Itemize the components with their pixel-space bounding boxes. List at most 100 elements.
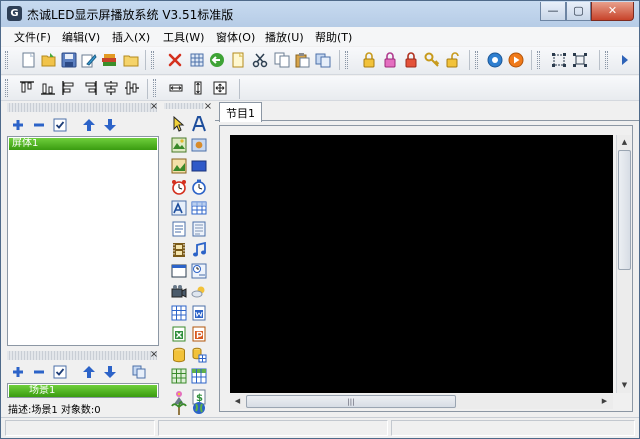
music-note-icon[interactable] <box>191 241 207 258</box>
new-file-icon[interactable] <box>21 52 37 68</box>
toolbar-grip[interactable] <box>5 79 8 97</box>
screens-list[interactable]: 屏体1 <box>7 136 159 346</box>
toolbar-grip[interactable] <box>475 51 478 69</box>
open-folder-icon[interactable] <box>41 52 57 68</box>
move-up-icon[interactable] <box>81 364 97 380</box>
text-a-icon[interactable] <box>191 116 207 132</box>
same-height-icon[interactable] <box>190 80 206 96</box>
scenes-panel-header[interactable] <box>7 351 157 360</box>
add-icon[interactable] <box>10 364 26 380</box>
same-width-icon[interactable] <box>168 80 184 96</box>
delete-icon[interactable] <box>167 52 183 68</box>
scroll-left-arrow-icon[interactable]: ◀ <box>231 395 244 408</box>
database-icon[interactable] <box>171 347 187 363</box>
clock-text-icon[interactable] <box>191 263 207 279</box>
database-grid-icon[interactable] <box>191 347 207 363</box>
menu-play[interactable]: 播放(U) <box>265 29 304 45</box>
toolbar-grip[interactable] <box>153 79 156 97</box>
menu-tools[interactable]: 工具(W) <box>163 29 204 45</box>
film-icon[interactable] <box>171 242 187 258</box>
title-bar[interactable]: G 杰诚LED显示屏播放系统 V3.51标准版 — ▢ ✕ <box>1 1 639 27</box>
word-icon[interactable] <box>191 305 207 321</box>
horizontal-scrollbar[interactable]: ◀ ||| ▶ <box>230 394 613 409</box>
close-button[interactable]: ✕ <box>591 2 634 21</box>
same-size-icon[interactable] <box>212 80 228 96</box>
powerpoint-icon[interactable] <box>191 326 207 342</box>
remove-icon[interactable] <box>31 117 47 133</box>
horizontal-scroll-thumb[interactable]: ||| <box>246 395 456 408</box>
stopwatch-icon[interactable] <box>191 179 207 195</box>
checkbox-icon[interactable] <box>52 117 68 133</box>
paste-icon[interactable] <box>294 52 310 68</box>
screens-panel-close-icon[interactable]: × <box>149 102 159 112</box>
move-down-icon[interactable] <box>102 364 118 380</box>
table-icon[interactable] <box>191 200 207 216</box>
align-bottom-icon[interactable] <box>40 80 56 96</box>
checkbox-icon[interactable] <box>52 364 68 380</box>
vertical-scroll-thumb[interactable] <box>618 150 631 270</box>
screen-item-1[interactable]: 屏体1 <box>9 138 157 150</box>
scroll-right-arrow-icon[interactable]: ▶ <box>598 395 611 408</box>
document-icon[interactable] <box>171 221 187 237</box>
image-icon[interactable] <box>171 158 187 174</box>
spreadsheet-green-icon[interactable] <box>191 368 207 384</box>
align-right-icon[interactable] <box>82 80 98 96</box>
alarm-clock-icon[interactable] <box>171 179 187 195</box>
tab-program-1[interactable]: 节目1 <box>219 102 262 122</box>
copy-scene-icon[interactable] <box>131 364 147 380</box>
lock-icon[interactable] <box>361 52 377 68</box>
lock-pink-icon[interactable] <box>382 52 398 68</box>
play-icon[interactable] <box>508 52 524 68</box>
spreadsheet-icon[interactable] <box>171 368 187 384</box>
select-frame-icon[interactable] <box>551 52 567 68</box>
maximize-button[interactable]: ▢ <box>566 2 591 21</box>
key-icon[interactable] <box>424 52 440 68</box>
text-image-icon[interactable] <box>171 200 187 216</box>
pointer-icon[interactable] <box>171 115 187 132</box>
weather-icon[interactable] <box>191 284 207 300</box>
edit-icon[interactable] <box>81 52 97 68</box>
menu-file[interactable]: 文件(F) <box>14 29 51 45</box>
resize-frame-icon[interactable] <box>572 52 588 68</box>
save-icon[interactable] <box>61 52 77 68</box>
globe-icon[interactable] <box>191 401 207 417</box>
page-lines-icon[interactable] <box>191 221 207 237</box>
copy-icon[interactable] <box>274 52 290 68</box>
add-icon[interactable] <box>10 117 26 133</box>
palm-tree-icon[interactable] <box>171 401 187 417</box>
move-down-icon[interactable] <box>102 117 118 133</box>
books-icon[interactable] <box>101 52 117 68</box>
folder-icon[interactable] <box>123 52 139 68</box>
menu-edit[interactable]: 编辑(V) <box>62 29 100 45</box>
led-canvas[interactable] <box>230 135 613 393</box>
align-center-h-icon[interactable] <box>103 80 119 96</box>
video-camera-icon[interactable] <box>171 284 187 300</box>
picture-icon[interactable] <box>171 137 187 153</box>
move-up-icon[interactable] <box>81 117 97 133</box>
scroll-up-arrow-icon[interactable]: ▲ <box>618 136 631 149</box>
photo-icon[interactable] <box>191 137 207 153</box>
toolbar-grip[interactable] <box>537 51 540 69</box>
menu-help[interactable]: 帮助(T) <box>315 29 352 45</box>
minimize-button[interactable]: — <box>540 2 566 21</box>
scenes-list[interactable]: 场景1 <box>7 383 159 398</box>
lock-red-icon[interactable] <box>403 52 419 68</box>
page-icon[interactable] <box>231 52 247 68</box>
vertical-scrollbar[interactable]: ▲ ▼ <box>616 135 631 393</box>
remove-icon[interactable] <box>31 364 47 380</box>
toolbar-grip[interactable] <box>605 51 608 69</box>
unlock-icon[interactable] <box>445 52 461 68</box>
toolbar-grip[interactable] <box>5 51 8 69</box>
toolbar-more-icon[interactable] <box>617 52 633 68</box>
cut-icon[interactable] <box>252 52 268 68</box>
toolbar-grip[interactable] <box>151 51 154 69</box>
toolbar-grip[interactable] <box>345 51 348 69</box>
window-icon[interactable] <box>171 263 187 279</box>
stop-icon[interactable] <box>487 52 503 68</box>
scroll-down-arrow-icon[interactable]: ▼ <box>618 379 631 392</box>
scene-item-1[interactable]: 场景1 <box>9 385 157 397</box>
screens-panel-header[interactable] <box>7 103 157 112</box>
scenes-panel-close-icon[interactable]: × <box>149 350 159 360</box>
go-back-icon[interactable] <box>209 52 225 68</box>
duplicate-icon[interactable] <box>315 52 331 68</box>
